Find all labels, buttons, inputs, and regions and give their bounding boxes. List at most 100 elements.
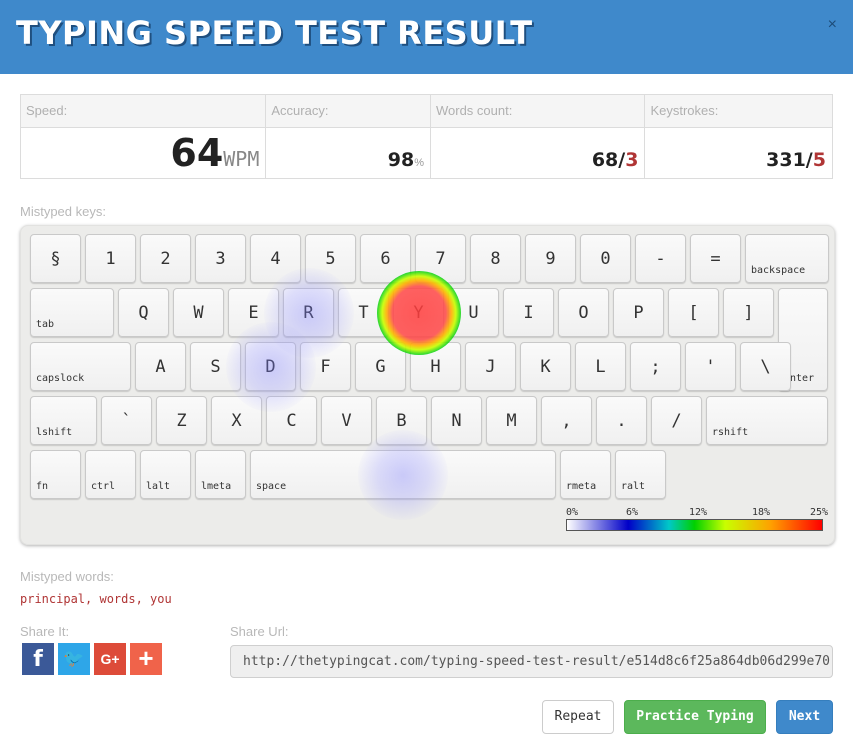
key-6: 6	[360, 234, 411, 283]
key-s: S	[190, 342, 241, 391]
key-t: T	[338, 288, 389, 337]
key-label: backspace	[751, 265, 806, 276]
stat-keystrokes: Keystrokes: 331/5	[645, 95, 832, 178]
words-count-errors: 3	[625, 149, 639, 171]
key-label: X	[231, 411, 242, 431]
key-label: `	[121, 411, 132, 431]
key-label: J	[485, 357, 496, 377]
key-label: 1	[105, 249, 116, 269]
key-label: R	[303, 303, 314, 323]
key-space: space	[250, 450, 556, 499]
key-lalt: lalt	[140, 450, 191, 499]
key-y: Y	[393, 288, 444, 337]
key-v: V	[321, 396, 372, 445]
key-label: F	[320, 357, 331, 377]
keystrokes-label: Keystrokes:	[645, 95, 832, 128]
twitter-share-button[interactable]: 🐦	[58, 643, 90, 675]
key-label: Q	[138, 303, 149, 323]
speed-number: 64	[170, 131, 224, 175]
repeat-button[interactable]: Repeat	[542, 700, 614, 734]
key-label: D	[265, 357, 276, 377]
key-c: C	[266, 396, 317, 445]
share-url-field[interactable]: http://thetypingcat.com/typing-speed-tes…	[230, 645, 833, 678]
key-k: K	[520, 342, 571, 391]
key-2: 2	[140, 234, 191, 283]
key-label: 5	[325, 249, 336, 269]
key-label: '	[705, 357, 716, 377]
key-label: tab	[36, 319, 55, 330]
speed-value: 64WPM	[170, 131, 259, 175]
key-label: W	[193, 303, 204, 323]
key-4: 4	[250, 234, 301, 283]
key-label: ctrl	[91, 481, 116, 492]
key-x61: =	[690, 234, 741, 283]
key-1: 1	[85, 234, 136, 283]
key-x45: -	[635, 234, 686, 283]
speed-unit: WPM	[223, 147, 260, 171]
legend-ticks: 0% 6% 12% 18% 25%	[566, 507, 828, 519]
google-plus-share-button[interactable]: G+	[94, 643, 126, 675]
next-button[interactable]: Next	[776, 700, 833, 734]
mistyped-keys-label: Mistyped keys:	[20, 204, 106, 219]
key-l: L	[575, 342, 626, 391]
key-w: W	[173, 288, 224, 337]
key-label: Y	[413, 303, 424, 323]
key-label: I	[523, 303, 534, 323]
legend-tick-label: 6%	[626, 507, 639, 518]
facebook-share-button[interactable]: f	[22, 643, 54, 675]
accuracy-unit: %	[414, 157, 424, 169]
key-9: 9	[525, 234, 576, 283]
key-label: Z	[176, 411, 187, 431]
key-label: 6	[380, 249, 391, 269]
key-label: §	[50, 249, 61, 269]
key-0: 0	[580, 234, 631, 283]
key-x: X	[211, 396, 262, 445]
keystrokes-number: 331/	[766, 149, 813, 171]
key-label: ;	[650, 357, 661, 377]
key-label: L	[595, 357, 606, 377]
key-label: rmeta	[566, 481, 597, 492]
words-count-number: 68/	[591, 149, 626, 171]
key-rshift: rshift	[706, 396, 828, 445]
key-label: lalt	[146, 481, 171, 492]
key-label: C	[286, 411, 297, 431]
key-x47: /	[651, 396, 702, 445]
key-label: .	[616, 411, 627, 431]
key-x91: [	[668, 288, 719, 337]
key-n: N	[431, 396, 482, 445]
key-label: 2	[160, 249, 171, 269]
key-label: ]	[743, 303, 754, 323]
key-x93: ]	[723, 288, 774, 337]
practice-typing-button[interactable]: Practice Typing	[624, 700, 766, 734]
share-it-label: Share It:	[20, 624, 70, 639]
key-label: 8	[490, 249, 501, 269]
key-d: D	[245, 342, 296, 391]
key-label: H	[430, 357, 441, 377]
key-x96: `	[101, 396, 152, 445]
key-lshift: lshift	[30, 396, 97, 445]
key-x92: \	[740, 342, 791, 391]
key-u: U	[448, 288, 499, 337]
key-lmeta: lmeta	[195, 450, 246, 499]
key-label: E	[248, 303, 259, 323]
key-label: O	[578, 303, 589, 323]
key-label: 3	[215, 249, 226, 269]
key-q: Q	[118, 288, 169, 337]
share-url-label: Share Url:	[230, 624, 289, 639]
key-label: M	[506, 411, 517, 431]
close-icon[interactable]: ×	[828, 16, 837, 34]
key-label: space	[256, 481, 287, 492]
key-label: fn	[36, 481, 49, 492]
google-plus-icon: G+	[100, 651, 120, 667]
key-x39: '	[685, 342, 736, 391]
legend-color-bar	[566, 519, 823, 531]
key-h: H	[410, 342, 461, 391]
key-z: Z	[156, 396, 207, 445]
key-label: [	[688, 303, 699, 323]
header-bar: TYPING SPEED TEST RESULT ×	[0, 0, 853, 74]
more-share-button[interactable]: +	[130, 643, 162, 675]
key-7: 7	[415, 234, 466, 283]
key-r: R	[283, 288, 334, 337]
key-label: 7	[435, 249, 446, 269]
key-o: O	[558, 288, 609, 337]
